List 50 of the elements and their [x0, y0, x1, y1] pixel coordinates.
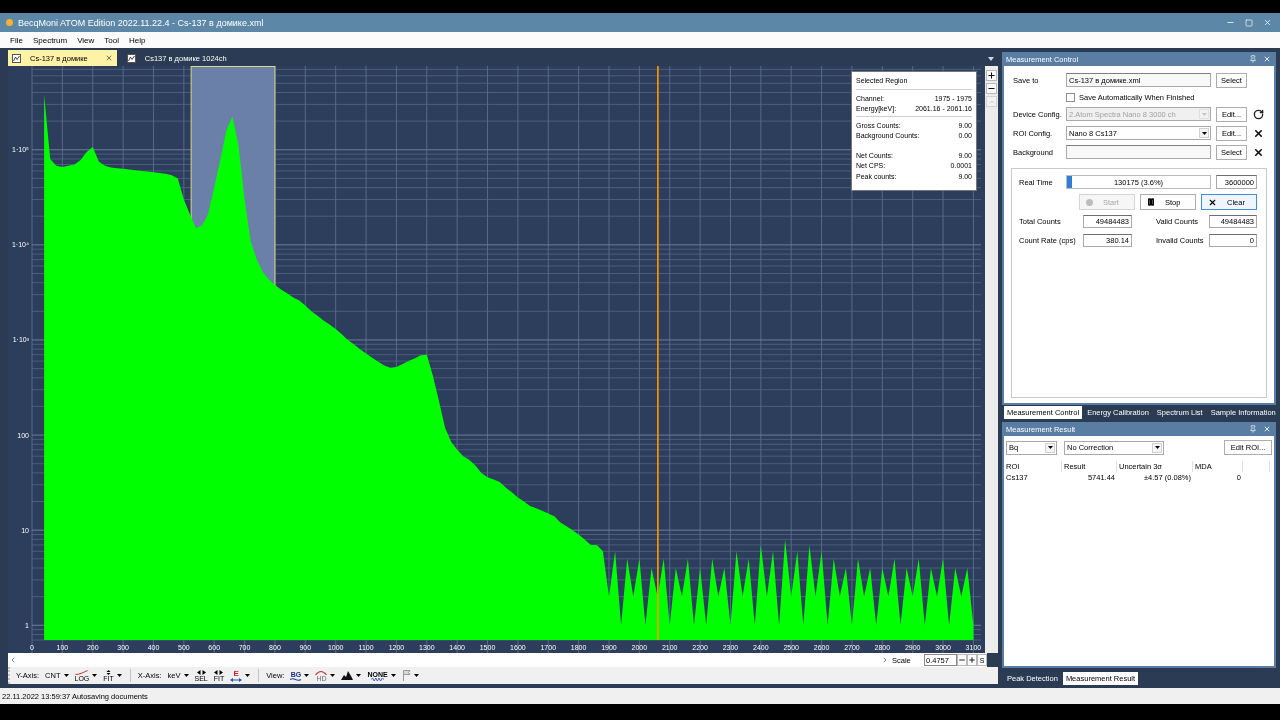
cross-icon [1253, 146, 1264, 158]
peaks-icon [341, 671, 354, 680]
maximize-icon[interactable] [1245, 18, 1253, 27]
window-title: BecqMoni ATOM Edition 2022.11.22.4 - Cs-137 в домике.xml [18, 17, 265, 28]
chevron-left-icon[interactable] [9, 656, 17, 664]
circle-icon [1086, 198, 1093, 206]
flag-icon [401, 670, 411, 681]
menu-item[interactable]: Help [124, 35, 151, 45]
app-icon [6, 19, 13, 26]
minus-icon [958, 656, 966, 664]
chevron-right-icon[interactable] [881, 656, 889, 664]
vertical-arrows-icon [106, 669, 112, 675]
menu-item[interactable]: File [5, 35, 28, 45]
caret-down-icon[interactable] [988, 57, 994, 61]
chart-icon [126, 53, 136, 63]
reload-icon [1253, 108, 1264, 120]
caret-down-icon [1154, 446, 1160, 449]
menu-item[interactable]: Tool [99, 35, 124, 45]
plus-icon [987, 71, 996, 80]
menu-item[interactable]: View [72, 35, 100, 45]
caret-down-icon [1201, 131, 1207, 135]
arc-icon [315, 669, 328, 675]
zoom-out-button[interactable] [986, 83, 997, 94]
horizontal-arrows-icon [196, 669, 206, 675]
close-icon[interactable] [1263, 425, 1271, 433]
pin-icon[interactable] [1249, 425, 1257, 433]
energy-range-button[interactable]: E [229, 667, 252, 684]
decrease-button[interactable] [957, 654, 967, 666]
increase-button[interactable] [967, 654, 977, 666]
pin-icon[interactable] [1249, 55, 1257, 63]
caret-down-icon [1201, 112, 1207, 116]
zoom-in-button[interactable] [986, 70, 997, 81]
pause-icon [1147, 198, 1155, 206]
horizontal-arrows-icon [214, 669, 224, 675]
chart-icon [12, 53, 21, 63]
text-field[interactable] [1066, 145, 1211, 159]
curve-icon [75, 669, 89, 675]
wave-line-icon [290, 677, 302, 681]
marker-button[interactable] [400, 667, 420, 684]
double-arrow-icon [230, 677, 243, 682]
cross-icon [1208, 197, 1217, 207]
plus-icon [968, 656, 976, 664]
caret-down-icon [1047, 446, 1053, 449]
cross-icon [1253, 127, 1264, 139]
menu-item[interactable]: Spectrum [27, 35, 73, 45]
close-icon[interactable] [1263, 18, 1272, 27]
wave-icon [371, 677, 385, 681]
close-icon[interactable] [104, 54, 113, 62]
checkbox[interactable] [1066, 92, 1075, 102]
close-icon[interactable] [1263, 55, 1271, 63]
